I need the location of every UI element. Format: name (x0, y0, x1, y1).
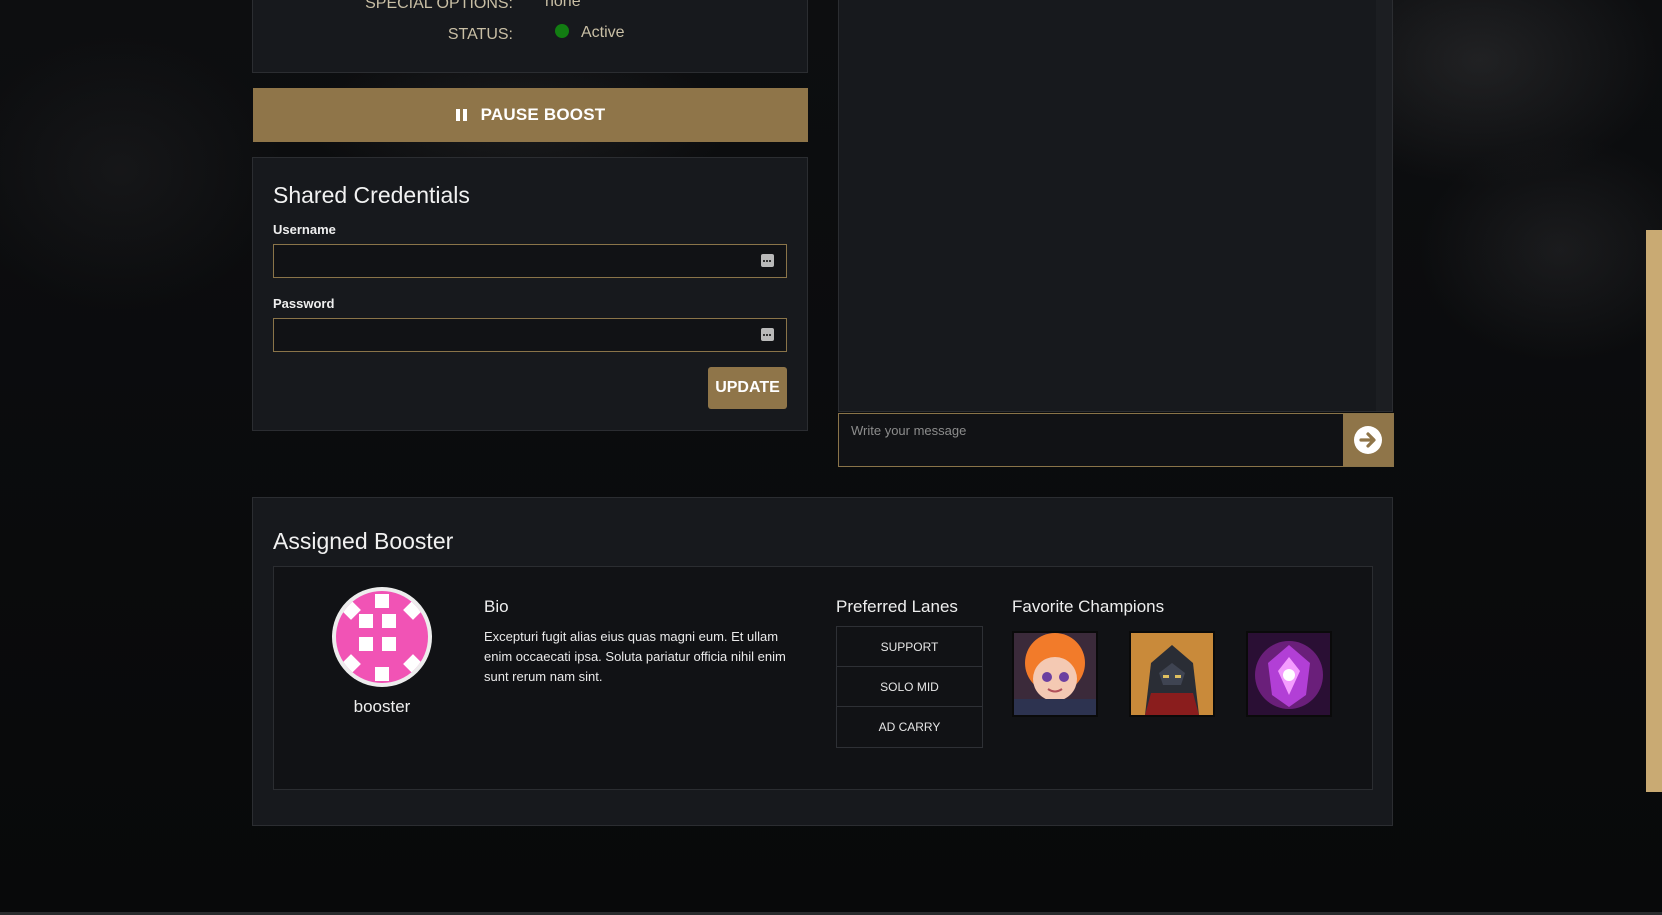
booster-name: booster (353, 697, 411, 716)
password-input[interactable] (274, 319, 786, 351)
pause-boost-button[interactable]: PAUSE BOOST (253, 88, 808, 142)
status-indicator-dot (555, 23, 569, 38)
status-value-wrap: Active (555, 23, 625, 42)
assigned-booster-panel: Assigned Booster booster Bio Excepturi f… (252, 497, 1393, 826)
champion-portrait (1129, 631, 1215, 717)
update-credentials-button[interactable]: UPDATE (708, 367, 787, 409)
special-options-label: SPECIAL OPTIONS: (365, 0, 513, 12)
order-status-panel: SPECIAL OPTIONS: none STATUS: Active (252, 0, 808, 73)
lane-item: AD CARRY (878, 720, 941, 734)
pause-boost-label: PAUSE BOOST (480, 105, 606, 124)
bio-title: Bio (484, 597, 509, 616)
send-message-button[interactable] (1343, 414, 1393, 466)
favorite-champions-title: Favorite Champions (1012, 597, 1165, 616)
username-label: Username (273, 222, 336, 237)
lane-item: SOLO MID (837, 667, 982, 707)
username-field[interactable] (273, 244, 787, 278)
champion-portrait (1246, 631, 1332, 717)
password-manager-icon[interactable] (761, 254, 774, 267)
status-value: Active (581, 24, 625, 41)
assigned-booster-title: Assigned Booster (273, 528, 454, 554)
password-manager-icon[interactable] (761, 328, 774, 341)
chat-scrollbar[interactable] (1376, 0, 1392, 411)
page-scrollbar-thumb[interactable] (1646, 230, 1662, 792)
preferred-lanes-list: SUPPORT SOLO MID AD CARRY (836, 626, 983, 748)
shared-credentials-panel: Shared Credentials Username Password UPD… (252, 157, 808, 431)
chat-messages-panel (838, 0, 1393, 412)
chat-input-bar (838, 413, 1394, 467)
lane-item: SUPPORT (837, 627, 982, 667)
pause-icon (455, 109, 467, 121)
credentials-title: Shared Credentials (273, 182, 470, 208)
preferred-lanes-title: Preferred Lanes (836, 597, 958, 616)
bio-text: Excepturi fugit alias eius quas magni eu… (484, 629, 786, 684)
status-label: STATUS: (447, 26, 513, 43)
chat-message-input[interactable] (839, 414, 1339, 466)
password-field[interactable] (273, 318, 787, 352)
champion-portrait (1012, 631, 1098, 717)
identicon-image (336, 591, 428, 683)
avatar (332, 587, 432, 687)
arrow-right-circle-icon (1354, 426, 1382, 454)
password-label: Password (273, 296, 335, 311)
username-input[interactable] (274, 245, 786, 277)
booster-card: booster Bio Excepturi fugit alias eius q… (273, 566, 1373, 790)
special-options-value: none (545, 0, 581, 10)
